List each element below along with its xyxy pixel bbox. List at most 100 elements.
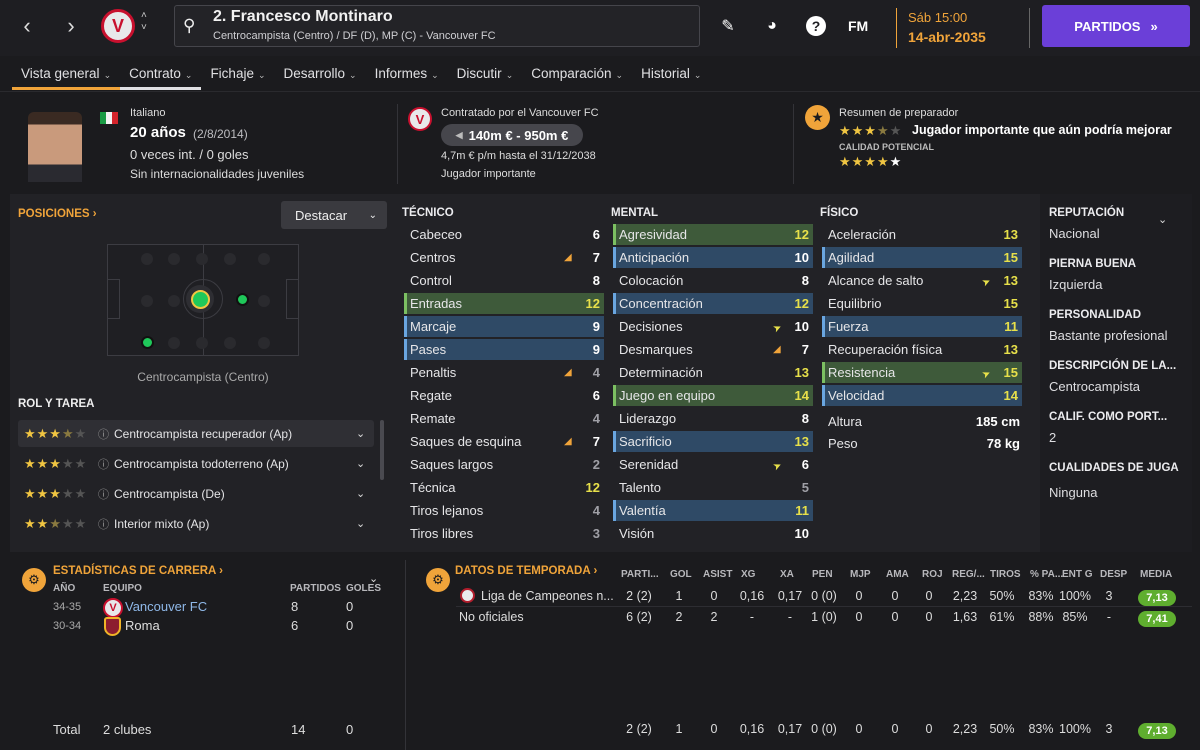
attribute-row[interactable]: Centros ◢ 7 — [404, 247, 604, 268]
preferred-foot-value: Izquierda — [1049, 277, 1103, 292]
season-col-header[interactable]: MJP — [850, 569, 871, 580]
season-col-header[interactable]: ASIST — [703, 569, 732, 580]
positions-link[interactable]: POSICIONES › — [18, 208, 97, 220]
attribute-row[interactable]: Aceleración 13 — [822, 224, 1022, 245]
highlight-dropdown[interactable]: Destacar ⌄ — [281, 201, 387, 229]
season-col-header[interactable]: XA — [780, 569, 794, 580]
chevron-down-icon[interactable]: ⌄ — [1158, 213, 1167, 226]
attribute-row[interactable]: Tiros libres 3 — [404, 523, 604, 544]
tab-informes[interactable]: Informes ⌄ — [366, 56, 448, 92]
chevron-down-icon[interactable]: ⌄ — [356, 517, 374, 530]
attribute-row[interactable]: Recuperación física 13 — [822, 339, 1022, 360]
attribute-row[interactable]: Penaltis ◢ 4 — [404, 362, 604, 383]
attribute-row[interactable]: Talento 5 — [613, 477, 813, 498]
role-row[interactable]: ★★★★★ ⓘ Centrocampista recuperador (Ap) ⌄ — [18, 420, 374, 447]
career-stats-link[interactable]: ESTADÍSTICAS DE CARRERA › — [53, 565, 223, 577]
season-col-header[interactable]: REG/... — [952, 569, 985, 580]
attribute-row[interactable]: Visión 10 — [613, 523, 813, 544]
attribute-value: 13 — [1003, 342, 1018, 357]
fm-menu-button[interactable]: FM — [848, 18, 868, 34]
attribute-row[interactable]: Decisiones ➤ 10 — [613, 316, 813, 337]
season-col-header[interactable]: GOL — [670, 569, 692, 580]
progress-arrow-down-icon: ➤ — [980, 367, 993, 382]
tab-desarrollo[interactable]: Desarrollo ⌄ — [275, 56, 366, 92]
squad-stepper-icon[interactable]: ˄ ˅ — [141, 10, 147, 34]
attribute-row[interactable]: Juego en equipo 14 — [613, 385, 813, 406]
chevron-down-icon[interactable]: ⌄ — [356, 487, 374, 500]
help-icon[interactable]: ? — [806, 16, 826, 36]
season-col-header[interactable]: MEDIA — [1140, 569, 1172, 580]
career-team-link[interactable]: Roma — [125, 618, 160, 633]
attribute-row[interactable]: Saques largos 2 — [404, 454, 604, 475]
role-row[interactable]: ★★★★★ ⓘ Interior mixto (Ap) ⌄ — [18, 510, 374, 537]
tab-fichaje[interactable]: Fichaje ⌄ — [201, 56, 274, 92]
attribute-row[interactable]: Marcaje 9 — [404, 316, 604, 337]
attribute-row[interactable]: Colocación 8 — [613, 270, 813, 291]
attribute-row[interactable]: Sacrificio 13 — [613, 431, 813, 452]
season-col-header[interactable]: ENT G — [1062, 569, 1093, 580]
role-row[interactable]: ★★★★★ ⓘ Centrocampista todoterreno (Ap) ⌄ — [18, 450, 374, 477]
forward-arrow-icon[interactable]: › — [56, 11, 86, 41]
season-stats-link[interactable]: DATOS DE TEMPORADA › — [455, 565, 597, 577]
attribute-row[interactable]: Equilibrio 15 — [822, 293, 1022, 314]
search-icon[interactable]: ⚲ — [183, 16, 195, 36]
transfer-value-badge[interactable]: ◀ 140m € - 950m € — [441, 124, 583, 146]
tab-comparacion[interactable]: Comparación ⌄ — [522, 56, 632, 92]
tab-vista-general[interactable]: Vista general ⌄ — [12, 56, 121, 92]
attribute-row[interactable]: Resistencia ➤ 15 — [822, 362, 1022, 383]
attribute-row[interactable]: Serenidad ➤ 6 — [613, 454, 813, 475]
season-col-header[interactable]: AMA — [886, 569, 909, 580]
season-col-header[interactable]: TIROS — [990, 569, 1021, 580]
season-competition[interactable]: No oficiales — [459, 610, 524, 624]
attribute-name: Centros — [410, 250, 456, 265]
role-row[interactable]: ★★★★★ ⓘ Centrocampista (De) ⌄ — [18, 480, 374, 507]
info-icon[interactable]: ⓘ — [98, 516, 114, 532]
chevron-right-icon: › — [92, 208, 97, 220]
chevron-down-icon[interactable]: ⌄ — [356, 427, 374, 440]
attribute-row[interactable]: Fuerza 11 — [822, 316, 1022, 337]
tab-discutir[interactable]: Discutir ⌄ — [448, 56, 523, 92]
edit-pencil-icon[interactable]: ✎ — [715, 13, 741, 39]
attribute-row[interactable]: Regate 6 — [404, 385, 604, 406]
world-globe-icon[interactable]: ◕ — [759, 13, 785, 39]
attribute-row[interactable]: Control 8 — [404, 270, 604, 291]
attribute-row[interactable]: Concentración 12 — [613, 293, 813, 314]
attribute-row[interactable]: Saques de esquina ◢ 7 — [404, 431, 604, 452]
player-name: 2. Francesco Montinaro — [213, 8, 393, 25]
attribute-row[interactable]: Liderazgo 8 — [613, 408, 813, 429]
season-col-header[interactable]: ROJ — [922, 569, 943, 580]
info-icon[interactable]: ⓘ — [98, 426, 114, 442]
tab-historial[interactable]: Historial ⌄ — [632, 56, 710, 92]
season-col-header[interactable]: % PA... — [1030, 569, 1063, 580]
partidos-button[interactable]: PARTIDOS » — [1042, 5, 1190, 47]
back-arrow-icon[interactable]: ‹ — [12, 11, 42, 41]
career-team-link[interactable]: Vancouver FC — [125, 599, 207, 614]
season-competition[interactable]: Liga de Campeones n... — [481, 589, 614, 603]
attribute-row[interactable]: Pases 9 — [404, 339, 604, 360]
attribute-row[interactable]: Entradas 12 — [404, 293, 604, 314]
attribute-row[interactable]: Velocidad 14 — [822, 385, 1022, 406]
season-col-header[interactable]: PEN — [812, 569, 833, 580]
attribute-row[interactable]: Desmarques ◢ 7 — [613, 339, 813, 360]
attribute-row[interactable]: Tiros lejanos 4 — [404, 500, 604, 521]
attribute-row[interactable]: Cabeceo 6 — [404, 224, 604, 245]
progress-arrow-up-icon: ◢ — [564, 436, 572, 447]
attribute-row[interactable]: Alcance de salto ➤ 13 — [822, 270, 1022, 291]
attribute-row[interactable]: Técnica 12 — [404, 477, 604, 498]
info-icon[interactable]: ⓘ — [98, 486, 114, 502]
attribute-row[interactable]: Remate 4 — [404, 408, 604, 429]
roles-scrollbar[interactable] — [380, 420, 384, 480]
chevron-down-icon[interactable]: ⌄ — [356, 457, 374, 470]
season-col-header[interactable]: PARTI... — [621, 569, 659, 580]
attribute-row[interactable]: Agresividad 12 — [613, 224, 813, 245]
season-col-header[interactable]: XG — [741, 569, 755, 580]
attribute-row[interactable]: Anticipación 10 — [613, 247, 813, 268]
attribute-row[interactable]: Determinación 13 — [613, 362, 813, 383]
attribute-row[interactable]: Valentía 11 — [613, 500, 813, 521]
season-col-header[interactable]: DESP — [1100, 569, 1127, 580]
attribute-row[interactable]: Agilidad 15 — [822, 247, 1022, 268]
flag-stripe — [112, 112, 118, 124]
info-icon[interactable]: ⓘ — [98, 456, 114, 472]
club-crest-icon[interactable]: V — [101, 9, 135, 43]
tab-contrato[interactable]: Contrato ⌄ — [120, 56, 202, 92]
